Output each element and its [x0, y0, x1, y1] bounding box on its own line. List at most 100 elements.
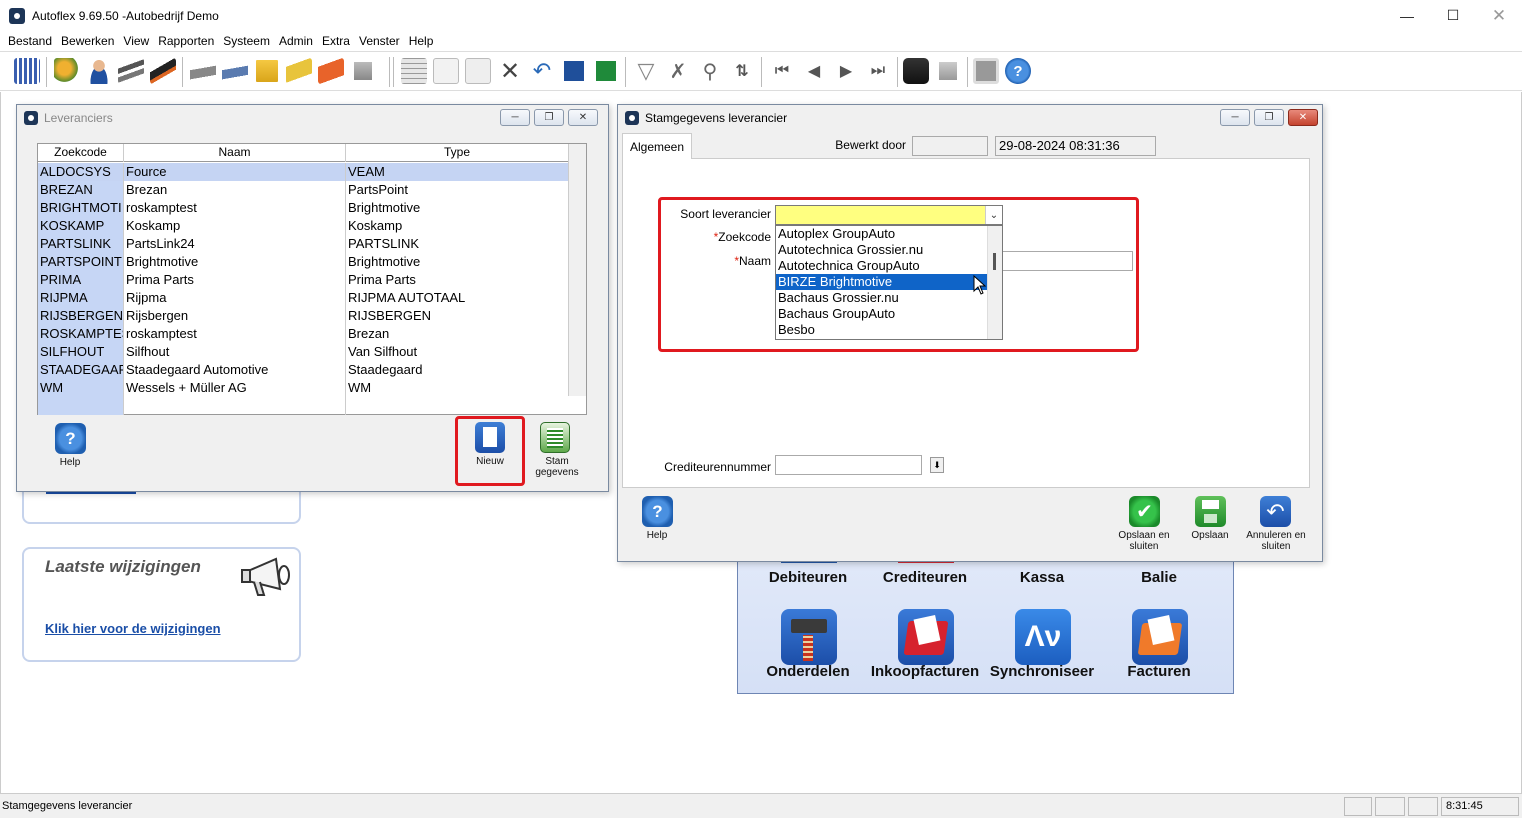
table-row[interactable]: STAADEGAAR Staadegaard Automotive Staadega… [38, 361, 568, 379]
maximize-button[interactable]: ☐ [1430, 0, 1476, 31]
clipboard-icon[interactable] [254, 58, 280, 84]
menu-bewerken[interactable]: Bewerken [61, 34, 114, 48]
save-close-icon[interactable] [593, 58, 619, 84]
undo-icon[interactable]: ↶ [1260, 496, 1291, 527]
facturen-icon[interactable] [1132, 609, 1188, 665]
column-header-zoekcode[interactable]: Zoekcode [38, 144, 124, 162]
table-row[interactable]: ALDOCSYS Fource VEAM [38, 163, 568, 181]
balie-label[interactable]: Balie [1099, 569, 1219, 586]
save-icon[interactable] [1195, 496, 1226, 527]
first-record-icon[interactable]: ⏮ [769, 58, 795, 84]
table-row[interactable]: PARTSLINK PartsLink24 PARTSLINK [38, 235, 568, 253]
cell-naam: Wessels + Müller AG [124, 379, 346, 397]
menu-venster[interactable]: Venster [359, 34, 400, 48]
clear-filter-icon[interactable]: ✗ [665, 58, 691, 84]
checkmark-icon[interactable]: ✔ [1129, 496, 1160, 527]
help-icon[interactable]: ? [642, 496, 673, 527]
inkoopfacturen-icon[interactable] [898, 609, 954, 665]
help-label[interactable]: Help [45, 457, 95, 468]
money-icon[interactable] [286, 58, 312, 84]
home-icon[interactable] [973, 58, 999, 84]
opslaan-label[interactable]: Opslaan [1180, 530, 1240, 541]
tools-icon[interactable] [150, 58, 176, 84]
close-button[interactable]: ✕ [1288, 109, 1318, 126]
truck-icon[interactable] [222, 58, 248, 84]
search-icon[interactable]: ⚲ [697, 58, 723, 84]
next-record-icon[interactable]: ▶ [833, 58, 859, 84]
synchroniseer-label[interactable]: Synchroniseer [982, 663, 1102, 680]
menu-admin[interactable]: Admin [279, 34, 313, 48]
menu-help[interactable]: Help [409, 34, 434, 48]
close-button[interactable]: ✕ [568, 109, 598, 126]
menu-systeem[interactable]: Systeem [223, 34, 270, 48]
grid-icon[interactable] [14, 58, 40, 84]
restore-button[interactable]: ❐ [534, 109, 564, 126]
onderdelen-icon[interactable] [781, 609, 837, 665]
menu-bestand[interactable]: Bestand [8, 34, 52, 48]
delete-icon[interactable]: ✕ [497, 58, 523, 85]
stamgegevens-titlebar: Stamgegevens leverancier [618, 105, 1322, 131]
table-row[interactable]: WM Wessels + Müller AG WM [38, 379, 568, 397]
receipt-printer-icon[interactable] [903, 58, 929, 84]
status-cell [1408, 797, 1438, 816]
kassa-label[interactable]: Kassa [982, 569, 1102, 586]
filter-icon[interactable]: ▽ [633, 58, 659, 84]
crediteuren-label[interactable]: Crediteuren [865, 569, 985, 586]
help-icon[interactable]: ? [55, 423, 86, 454]
table-row[interactable]: PARTSPOINT Brightmotive Brightmotive [38, 253, 568, 271]
people-icon[interactable] [54, 58, 80, 84]
car-icon[interactable] [190, 58, 216, 84]
synchroniseer-icon[interactable]: Λν [1015, 609, 1071, 665]
window-icon [625, 111, 639, 125]
last-record-icon[interactable]: ⏭ [865, 58, 891, 84]
table-row[interactable]: KOSKAMP Koskamp Koskamp [38, 217, 568, 235]
tab-algemeen[interactable]: Algemeen [622, 133, 692, 159]
close-button[interactable]: ✕ [1476, 0, 1522, 31]
column-header-naam[interactable]: Naam [124, 144, 346, 162]
save-icon[interactable] [561, 58, 587, 84]
menu-rapporten[interactable]: Rapporten [158, 34, 214, 48]
inkoopfacturen-label[interactable]: Inkoopfacturen [865, 663, 985, 680]
previous-record-icon[interactable]: ◀ [801, 58, 827, 84]
minimize-button[interactable]: ─ [500, 109, 530, 126]
parts-icon[interactable] [118, 58, 144, 84]
undo-icon[interactable]: ↶ [529, 58, 555, 84]
cell-type: WM [348, 380, 372, 395]
table-row[interactable]: BRIGHTMOTI roskamptest Brightmotive [38, 199, 568, 217]
opslaan-en-sluiten-label[interactable]: Opslaan en sluiten [1114, 530, 1174, 552]
table-icon[interactable] [401, 58, 427, 84]
table-row[interactable]: BREZAN Brezan PartsPoint [38, 181, 568, 199]
minimize-button[interactable]: ─ [1220, 109, 1250, 126]
table-row[interactable]: RIJSBERGEN Rijsbergen RIJSBERGEN [38, 307, 568, 325]
sort-icon[interactable]: ⇅ [729, 58, 755, 84]
stamgegevens-label[interactable]: Stam gegevens [525, 456, 589, 478]
column-header-type[interactable]: Type [346, 144, 568, 162]
debiteuren-label[interactable]: Debiteuren [748, 569, 868, 586]
wijzigingen-link[interactable]: Klik hier voor de wijzigingen [45, 621, 221, 636]
copy-icon[interactable] [465, 58, 491, 84]
table-row[interactable]: PRIMA Prima Parts Prima Parts [38, 271, 568, 289]
help-label[interactable]: Help [632, 530, 682, 541]
onderdelen-label[interactable]: Onderdelen [748, 663, 868, 680]
help-icon[interactable]: ? [1005, 58, 1031, 84]
new-doc-icon[interactable] [433, 58, 459, 84]
cell-type: Koskamp [348, 218, 403, 233]
annuleren-en-sluiten-label[interactable]: Annuleren en sluiten [1246, 530, 1306, 552]
printer-icon[interactable] [350, 58, 376, 84]
table-row[interactable]: SILFHOUT Silfhout Van Silfhout [38, 343, 568, 361]
table-row[interactable]: ROSKAMPTES roskamptest Brezan [38, 325, 568, 343]
table-row[interactable]: RIJPMA Rijpma RIJPMA AUTOTAAL [38, 289, 568, 307]
menu-view[interactable]: View [123, 34, 149, 48]
user-icon[interactable] [86, 58, 112, 84]
stamgegevens-icon[interactable] [540, 422, 570, 453]
cell-type: Brightmotive [348, 254, 421, 269]
folder-icon[interactable] [318, 58, 344, 84]
facturen-label[interactable]: Facturen [1099, 663, 1219, 680]
download-icon[interactable]: ⬇ [930, 457, 944, 473]
grid-scrollbar[interactable] [568, 144, 586, 396]
print-icon[interactable] [935, 58, 961, 84]
menu-extra[interactable]: Extra [322, 34, 350, 48]
minimize-button[interactable]: — [1384, 0, 1430, 31]
crediteurennummer-field[interactable] [775, 455, 922, 475]
restore-button[interactable]: ❐ [1254, 109, 1284, 126]
